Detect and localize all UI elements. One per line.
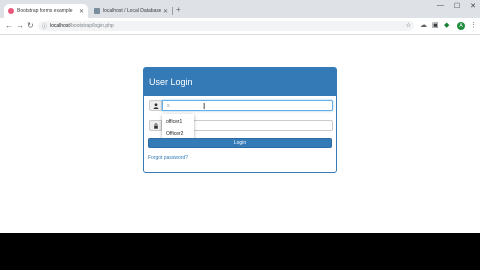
url-path: /bootstrap/login.php: [69, 23, 114, 29]
tab-close-icon[interactable]: ✕: [79, 8, 84, 15]
tab-localhost-databases[interactable]: localhost / Local Databases / bo ✕: [90, 4, 172, 18]
phpmyadmin-favicon-icon: [94, 8, 100, 14]
tab-title: Bootstrap forms example: [17, 8, 73, 14]
tab-close-icon[interactable]: ✕: [163, 8, 168, 15]
tab-bootstrap-forms[interactable]: Bootstrap forms example ✕: [4, 4, 88, 18]
reload-icon[interactable]: ↻: [27, 21, 34, 31]
extension-puzzle-icon[interactable]: ◆: [444, 22, 451, 29]
site-favicon-icon: [8, 8, 14, 14]
bookmark-star-icon[interactable]: ☆: [406, 22, 411, 29]
browser-toolbar: ← → ↻ ⓘ localhost /bootstrap/login.php ☆…: [0, 18, 480, 35]
login-panel-title: User Login: [144, 68, 336, 96]
user-icon: [149, 100, 162, 111]
tab-title: localhost / Local Databases / bo: [103, 8, 161, 14]
login-button[interactable]: Login: [148, 138, 332, 148]
text-cursor-icon: I: [203, 102, 206, 111]
extension-sync-icon[interactable]: ☁: [420, 22, 427, 29]
lock-glyph-icon: [153, 122, 158, 129]
forgot-password-link[interactable]: Forgot password?: [148, 154, 188, 162]
user-glyph-icon: [153, 102, 158, 109]
site-info-icon[interactable]: ⓘ: [42, 23, 47, 30]
autocomplete-option[interactable]: officer1: [162, 116, 194, 128]
username-input[interactable]: s: [162, 100, 333, 111]
tab-strip: Bootstrap forms example ✕ localhost / Lo…: [0, 0, 480, 18]
url-host: localhost: [50, 23, 70, 29]
new-tab-button[interactable]: +: [176, 6, 181, 14]
back-icon[interactable]: ←: [5, 21, 13, 31]
browser-window: Bootstrap forms example ✕ localhost / Lo…: [0, 0, 480, 233]
browser-menu-icon[interactable]: ⋮: [470, 21, 477, 30]
lock-icon: [149, 120, 162, 131]
extension-camera-icon[interactable]: ▣: [432, 22, 439, 29]
tab-separator: [172, 7, 173, 15]
username-group: s: [149, 100, 333, 111]
forward-icon[interactable]: →: [16, 21, 24, 31]
maximize-icon[interactable]: ☐: [454, 2, 460, 10]
address-bar[interactable]: ⓘ localhost /bootstrap/login.php ☆: [38, 21, 414, 31]
username-placeholder: s: [167, 102, 170, 109]
window-controls: — ☐ ✕: [437, 2, 476, 10]
profile-avatar[interactable]: A: [457, 22, 465, 30]
minimize-icon[interactable]: —: [437, 2, 444, 10]
close-window-icon[interactable]: ✕: [470, 2, 476, 10]
